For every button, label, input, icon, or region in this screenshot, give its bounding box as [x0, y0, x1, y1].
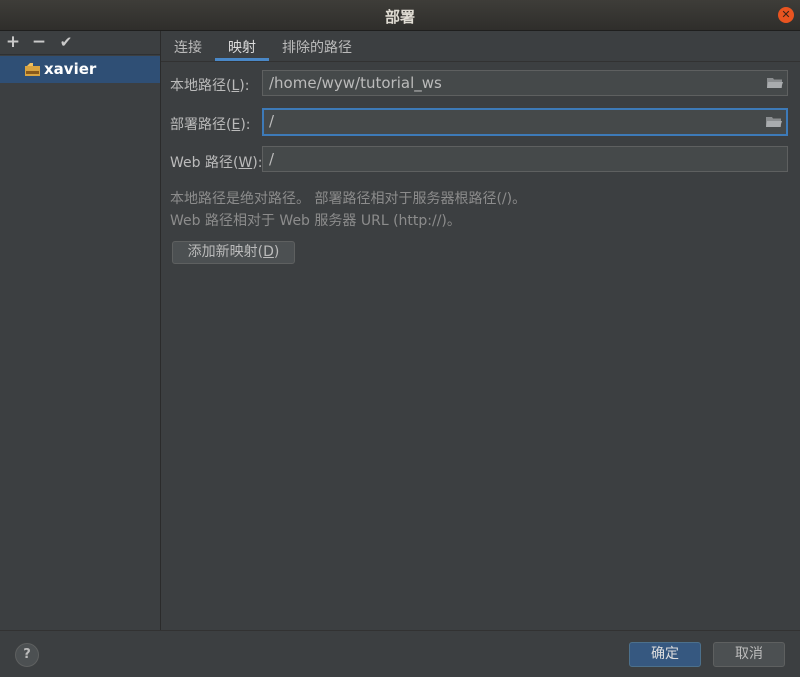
hint-text-line-2: Web 路径相对于 Web 服务器 URL (http://)。	[170, 213, 461, 229]
add-mapping-button[interactable]: 添加新映射(D)	[172, 241, 295, 264]
server-list-toolbar: + − ✔	[0, 31, 160, 55]
hint-text-line-1: 本地路径是绝对路径。 部署路径相对于服务器根路径(/)。	[170, 191, 527, 207]
ok-button[interactable]: 确定	[629, 642, 701, 667]
web-path-field[interactable]: /	[262, 146, 788, 172]
web-path-value: /	[269, 150, 275, 168]
web-path-label: Web 路径(W):	[170, 155, 263, 171]
server-list-pane: + − ✔ xavier	[0, 31, 161, 630]
sftp-icon	[25, 63, 40, 76]
folder-icon[interactable]	[766, 116, 782, 128]
server-name: xavier	[44, 60, 97, 78]
title-bar: 部署 ✕	[0, 0, 800, 31]
deploy-path-value: /	[269, 112, 275, 130]
local-path-label: 本地路径(L):	[170, 78, 250, 94]
cancel-button[interactable]: 取消	[713, 642, 785, 667]
tab-excluded-paths[interactable]: 排除的路径	[282, 37, 352, 57]
deploy-path-field[interactable]: /	[262, 108, 788, 136]
tab-connection[interactable]: 连接	[174, 37, 202, 57]
active-tab-indicator	[215, 58, 269, 61]
set-default-server-button[interactable]: ✔	[57, 32, 75, 52]
server-item-xavier[interactable]: xavier	[0, 56, 160, 83]
tab-mapping[interactable]: 映射	[228, 37, 256, 57]
folder-icon[interactable]	[767, 77, 783, 89]
footer-divider	[0, 630, 800, 631]
local-path-field[interactable]: /home/wyw/tutorial_ws	[262, 70, 788, 96]
local-path-value: /home/wyw/tutorial_ws	[269, 74, 442, 92]
remove-server-button[interactable]: −	[30, 32, 48, 52]
add-server-button[interactable]: +	[4, 32, 22, 52]
deploy-path-label: 部署路径(E):	[170, 117, 251, 133]
close-icon[interactable]: ✕	[778, 7, 794, 23]
help-button[interactable]: ?	[15, 643, 39, 667]
window-title: 部署	[384, 8, 415, 26]
